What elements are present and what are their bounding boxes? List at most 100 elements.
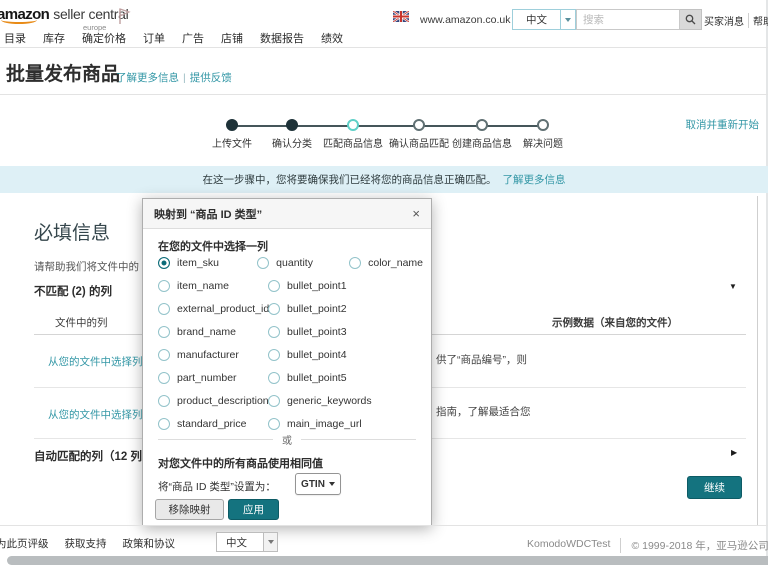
option-label: item_name [177, 279, 229, 292]
help-subtext: 请帮助我们将文件中的 2 个 [34, 261, 140, 273]
option-quantity[interactable]: quantity [257, 256, 349, 269]
option-item-sku[interactable]: item_sku [158, 256, 257, 269]
step-dot [537, 119, 549, 131]
buyer-messages-link[interactable]: 买家消息 [700, 13, 748, 28]
policies-link[interactable]: 政策和协议 [123, 536, 176, 551]
language-value: 中文 [526, 14, 547, 26]
learn-more-link[interactable]: 了解更多信息 [116, 72, 179, 84]
option-manufacturer[interactable]: manufacturer [158, 348, 268, 361]
banner-learn-more-link[interactable]: 了解更多信息 [503, 172, 566, 187]
radio-icon[interactable] [158, 256, 170, 269]
radio-icon[interactable] [268, 279, 280, 292]
radio-icon[interactable] [268, 302, 280, 315]
option-row: item_name bullet_point1 [158, 274, 423, 297]
header-language-select[interactable]: 中文 [512, 9, 576, 30]
unmatched-columns-section: 不匹配 (2) 的列 [34, 286, 112, 298]
expand-arrow-icon[interactable]: ▶ [731, 448, 737, 457]
nav-item-pricing[interactable]: 确定价格 [82, 30, 126, 46]
radio-icon[interactable] [268, 325, 280, 338]
option-main-image-url[interactable]: main_image_url [268, 417, 370, 430]
column-options-list: item_sku quantity color_name item_name b… [158, 251, 423, 435]
chevron-down-icon [560, 10, 575, 29]
step-dot [347, 119, 359, 131]
option-label: item_sku [177, 256, 220, 269]
get-support-link[interactable]: 获取支持 [65, 536, 107, 551]
option-bullet-point3[interactable]: bullet_point3 [268, 325, 370, 338]
nav-item-stores[interactable]: 店铺 [221, 30, 243, 46]
feedback-link[interactable]: 提供反馈 [190, 72, 232, 84]
radio-icon[interactable] [268, 371, 280, 384]
option-product-description[interactable]: product_description [158, 394, 269, 407]
option-external-product-id[interactable]: external_product_id [158, 302, 270, 315]
search-input[interactable] [576, 9, 680, 30]
help-link[interactable]: 帮助 [748, 13, 768, 28]
option-bullet-point1[interactable]: bullet_point1 [268, 279, 370, 292]
select-column-label: 从您的文件中选择列 [48, 409, 143, 421]
title-links: 了解更多信息 | 提供反馈 [116, 70, 232, 85]
option-label: product_description [177, 394, 269, 407]
option-bullet-point2[interactable]: bullet_point2 [268, 302, 370, 315]
radio-icon[interactable] [158, 302, 170, 315]
rate-page-link[interactable]: 为此页评级 [0, 536, 49, 551]
pennant-flag-icon [117, 7, 131, 28]
product-id-type-select[interactable]: GTIN [295, 473, 341, 495]
option-label: color_name [368, 256, 423, 269]
nav-item-inventory[interactable]: 库存 [43, 30, 65, 46]
amazon-seller-central-logo[interactable]: amazon seller central europe [0, 6, 129, 32]
remove-mapping-button[interactable]: 移除映射 [155, 499, 224, 520]
option-part-number[interactable]: part_number [158, 371, 268, 384]
same-value-label: 对您文件中的所有商品使用相同值 [158, 458, 323, 470]
option-standard-price[interactable]: standard_price [158, 417, 268, 430]
footer-language-select[interactable]: 中文 [216, 532, 278, 552]
column-header-sample: 示例数据（来自您的文件） [552, 317, 678, 329]
nav-item-advertising[interactable]: 广告 [182, 30, 204, 46]
select-column-dropdown-1[interactable]: 从您的文件中选择列∨ [48, 354, 152, 369]
collapse-arrow-icon[interactable]: ▼ [729, 282, 737, 291]
radio-icon[interactable] [158, 394, 170, 407]
option-generic-keywords[interactable]: generic_keywords [268, 394, 372, 407]
apply-button[interactable]: 应用 [228, 499, 279, 520]
nav-item-performance[interactable]: 绩效 [321, 30, 343, 46]
window-bottom-bar [7, 556, 768, 565]
language-value: 中文 [226, 536, 247, 549]
select-column-label: 从您的文件中选择列 [48, 356, 143, 368]
radio-icon[interactable] [268, 394, 280, 407]
required-info-heading: 必填信息 [34, 223, 111, 244]
option-brand-name[interactable]: brand_name [158, 325, 268, 338]
radio-icon[interactable] [158, 279, 170, 292]
radio-icon[interactable] [268, 417, 280, 430]
radio-icon[interactable] [268, 348, 280, 361]
close-icon[interactable]: × [412, 207, 420, 220]
option-label: external_product_id [177, 302, 270, 315]
banner-text: 在这一步骤中，您将要确保我们已经将您的商品信息正确匹配。 [202, 174, 497, 186]
divider [0, 47, 768, 48]
nav-item-orders[interactable]: 订单 [143, 30, 165, 46]
option-bullet-point5[interactable]: bullet_point5 [268, 371, 370, 384]
footer-links: 为此页评级 获取支持 政策和协议 [0, 536, 175, 551]
radio-icon[interactable] [158, 417, 170, 430]
option-bullet-point4[interactable]: bullet_point4 [268, 348, 370, 361]
select-column-dropdown-2[interactable]: 从您的文件中选择列∨ [48, 407, 152, 422]
search-button[interactable] [680, 9, 702, 30]
continue-button[interactable]: 继续 [687, 476, 742, 499]
option-label: bullet_point2 [287, 302, 347, 315]
radio-icon[interactable] [349, 256, 362, 269]
info-banner: 在这一步骤中，您将要确保我们已经将您的商品信息正确匹配。 了解更多信息 [0, 166, 768, 193]
radio-icon[interactable] [158, 371, 170, 384]
radio-icon[interactable] [158, 325, 170, 338]
option-label: brand_name [177, 325, 236, 338]
option-item-name[interactable]: item_name [158, 279, 268, 292]
divider [0, 525, 768, 526]
option-row: product_description generic_keywords [158, 389, 423, 412]
radio-icon[interactable] [257, 256, 270, 269]
cancel-restart-link[interactable]: 取消并重新开始 [686, 117, 760, 132]
nav-item-reports[interactable]: 数据报告 [260, 30, 304, 46]
radio-icon[interactable] [158, 348, 170, 361]
select-value: GTIN [301, 478, 325, 490]
auto-matched-columns-section: 自动匹配的列（12 列） [34, 451, 154, 463]
or-divider: 或 [158, 436, 416, 455]
search-icon [685, 14, 696, 25]
nav-item-catalog[interactable]: 目录 [4, 30, 26, 46]
option-color-name[interactable]: color_name [349, 256, 423, 269]
option-label: quantity [276, 256, 313, 269]
